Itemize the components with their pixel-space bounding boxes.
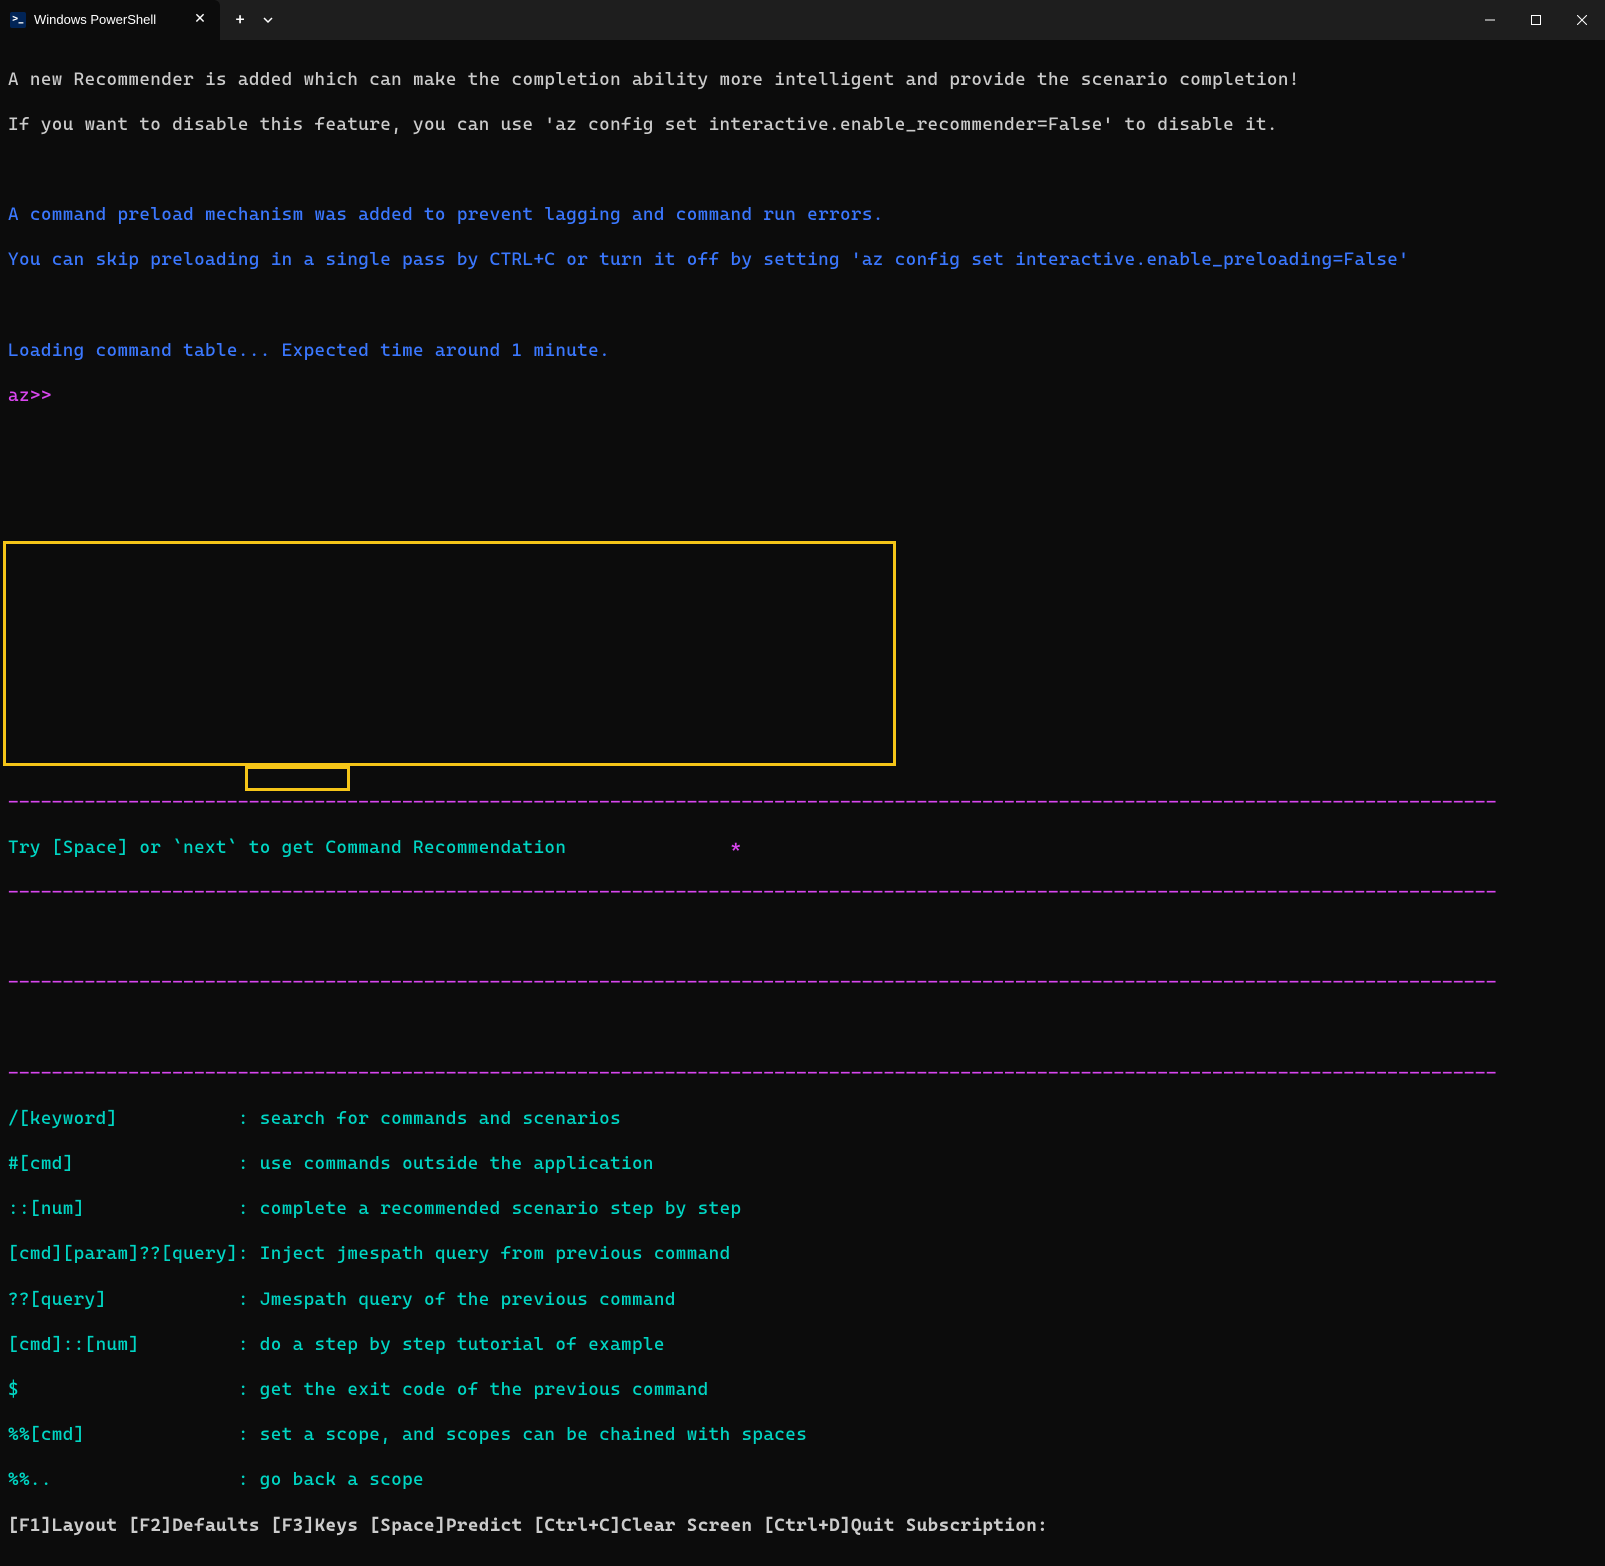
blank-line xyxy=(8,1018,1597,1041)
terminal-output[interactable]: A new Recommender is added which can mak… xyxy=(0,40,1605,1566)
f3-keys[interactable]: [F3]Keys xyxy=(271,1515,359,1536)
titlebar: >_ Windows PowerShell ✕ + xyxy=(0,0,1605,40)
f1-layout[interactable]: [F1]Layout xyxy=(8,1515,117,1536)
maximize-button[interactable] xyxy=(1513,0,1559,40)
output-line: You can skip preloading in a single pass… xyxy=(8,249,1597,272)
subscription-label: Subscription: xyxy=(906,1515,1048,1536)
titlebar-left: >_ Windows PowerShell ✕ + xyxy=(0,0,280,40)
tab-dropdown-button[interactable] xyxy=(256,4,280,36)
powershell-icon: >_ xyxy=(10,12,26,28)
blank-line xyxy=(8,295,1597,318)
footer-bar: [F1]Layout [F2]Defaults [F3]Keys [Space]… xyxy=(8,1515,1597,1538)
help-row: [cmd]::[num] : do a step by step tutoria… xyxy=(8,1334,1597,1357)
space-predict[interactable]: [Space]Predict xyxy=(369,1515,522,1536)
ctrld-quit[interactable]: [Ctrl+D]Quit xyxy=(763,1515,894,1536)
blank-line xyxy=(8,746,1597,769)
divider-line: ----------------------------------------… xyxy=(8,882,1597,905)
help-row: [cmd][param]??[query]: Inject jmespath q… xyxy=(8,1243,1597,1266)
blank-line xyxy=(8,566,1597,589)
tab-title: Windows PowerShell xyxy=(34,11,184,29)
prompt-line[interactable]: az>> xyxy=(8,385,1597,408)
window-controls xyxy=(1467,0,1605,40)
help-row: ::[num] : complete a recommended scenari… xyxy=(8,1198,1597,1221)
help-row: /[keyword] : search for commands and sce… xyxy=(8,1108,1597,1131)
help-row: #[cmd] : use commands outside the applic… xyxy=(8,1153,1597,1176)
blank-line xyxy=(8,927,1597,950)
help-row: $ : get the exit code of the previous co… xyxy=(8,1379,1597,1402)
blank-line xyxy=(8,656,1597,679)
divider-line: ----------------------------------------… xyxy=(8,972,1597,995)
output-line: Loading command table... Expected time a… xyxy=(8,340,1597,363)
output-line: A command preload mechanism was added to… xyxy=(8,204,1597,227)
recommendation-text: Try [Space] or `next` to get Command Rec… xyxy=(8,837,566,858)
close-window-button[interactable] xyxy=(1559,0,1605,40)
divider-line: ----------------------------------------… xyxy=(8,1063,1597,1086)
help-row: ??[query] : Jmespath query of the previo… xyxy=(8,1289,1597,1312)
output-line: If you want to disable this feature, you… xyxy=(8,114,1597,137)
divider-line: ----------------------------------------… xyxy=(8,792,1597,815)
minimize-button[interactable] xyxy=(1467,0,1513,40)
f2-defaults[interactable]: [F2]Defaults xyxy=(128,1515,259,1536)
recommendation-line: Try [Space] or `next` to get Command Rec… xyxy=(8,837,1597,860)
blank-line xyxy=(8,611,1597,634)
output-line: A new Recommender is added which can mak… xyxy=(8,69,1597,92)
close-tab-button[interactable]: ✕ xyxy=(192,12,208,28)
blank-line xyxy=(8,475,1597,498)
blank-line xyxy=(8,159,1597,182)
help-row: %%[cmd] : set a scope, and scopes can be… xyxy=(8,1424,1597,1447)
asterisk: * xyxy=(566,837,741,858)
blank-line xyxy=(8,701,1597,724)
ctrlc-clear[interactable]: [Ctrl+C]Clear Screen xyxy=(534,1515,753,1536)
help-row: %%.. : go back a scope xyxy=(8,1469,1597,1492)
active-tab[interactable]: >_ Windows PowerShell ✕ xyxy=(0,0,220,40)
new-tab-button[interactable]: + xyxy=(224,4,256,36)
blank-line xyxy=(8,430,1597,453)
blank-line xyxy=(8,520,1597,543)
